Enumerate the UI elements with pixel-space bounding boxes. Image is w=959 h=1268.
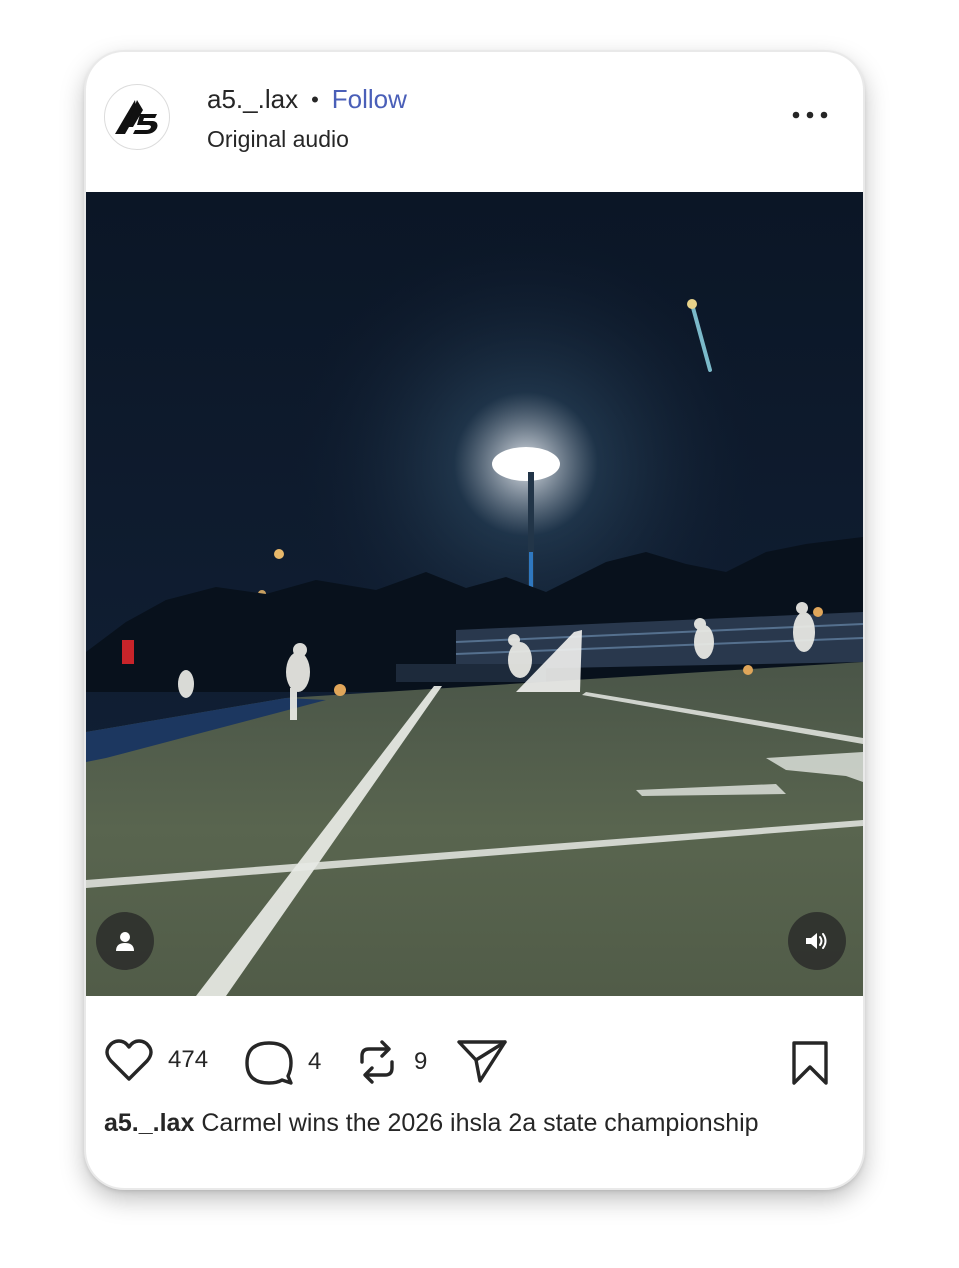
comment-count: 4 [308,1048,322,1075]
send-icon [457,1040,507,1083]
caption-text: Carmel wins the 2026 ihsla 2a state cham… [201,1109,759,1137]
tagged-users-button[interactable] [96,912,154,970]
action-bar: 474 4 9 [86,996,863,1116]
a5-logo [115,100,158,134]
post-video[interactable] [86,192,863,996]
video-frame [86,192,863,996]
repost-count: 9 [414,1048,428,1075]
audio-label[interactable]: Original audio [207,126,349,153]
bookmark-icon [792,1041,828,1085]
caption-username[interactable]: a5._.lax [104,1109,194,1137]
comment-action[interactable]: 4 [244,1038,321,1086]
post-card: a5._.lax • Follow Original audio 474 4 9… [86,52,863,1188]
username[interactable]: a5._.lax [207,84,298,115]
like-action[interactable]: 474 [104,1038,208,1082]
more-horizontal-icon [792,111,828,119]
share-action[interactable] [456,1038,508,1084]
separator-dot: • [311,86,319,112]
comment-icon [245,1041,293,1085]
user-icon [116,932,134,951]
repost-icon [360,1040,394,1084]
post-header: a5._.lax • Follow Original audio [86,52,863,192]
volume-icon [806,933,827,949]
avatar[interactable] [104,84,170,150]
heart-icon [105,1039,153,1081]
mute-button[interactable] [788,912,846,970]
post-caption: a5._.lax Carmel wins the 2026 ihsla 2a s… [104,1104,804,1142]
save-button[interactable] [790,1040,830,1091]
like-count: 474 [168,1046,209,1073]
repost-action[interactable]: 9 [354,1038,427,1086]
follow-button[interactable]: Follow [332,84,407,115]
user-line: a5._.lax • Follow [207,84,407,115]
more-options-button[interactable] [790,98,830,132]
